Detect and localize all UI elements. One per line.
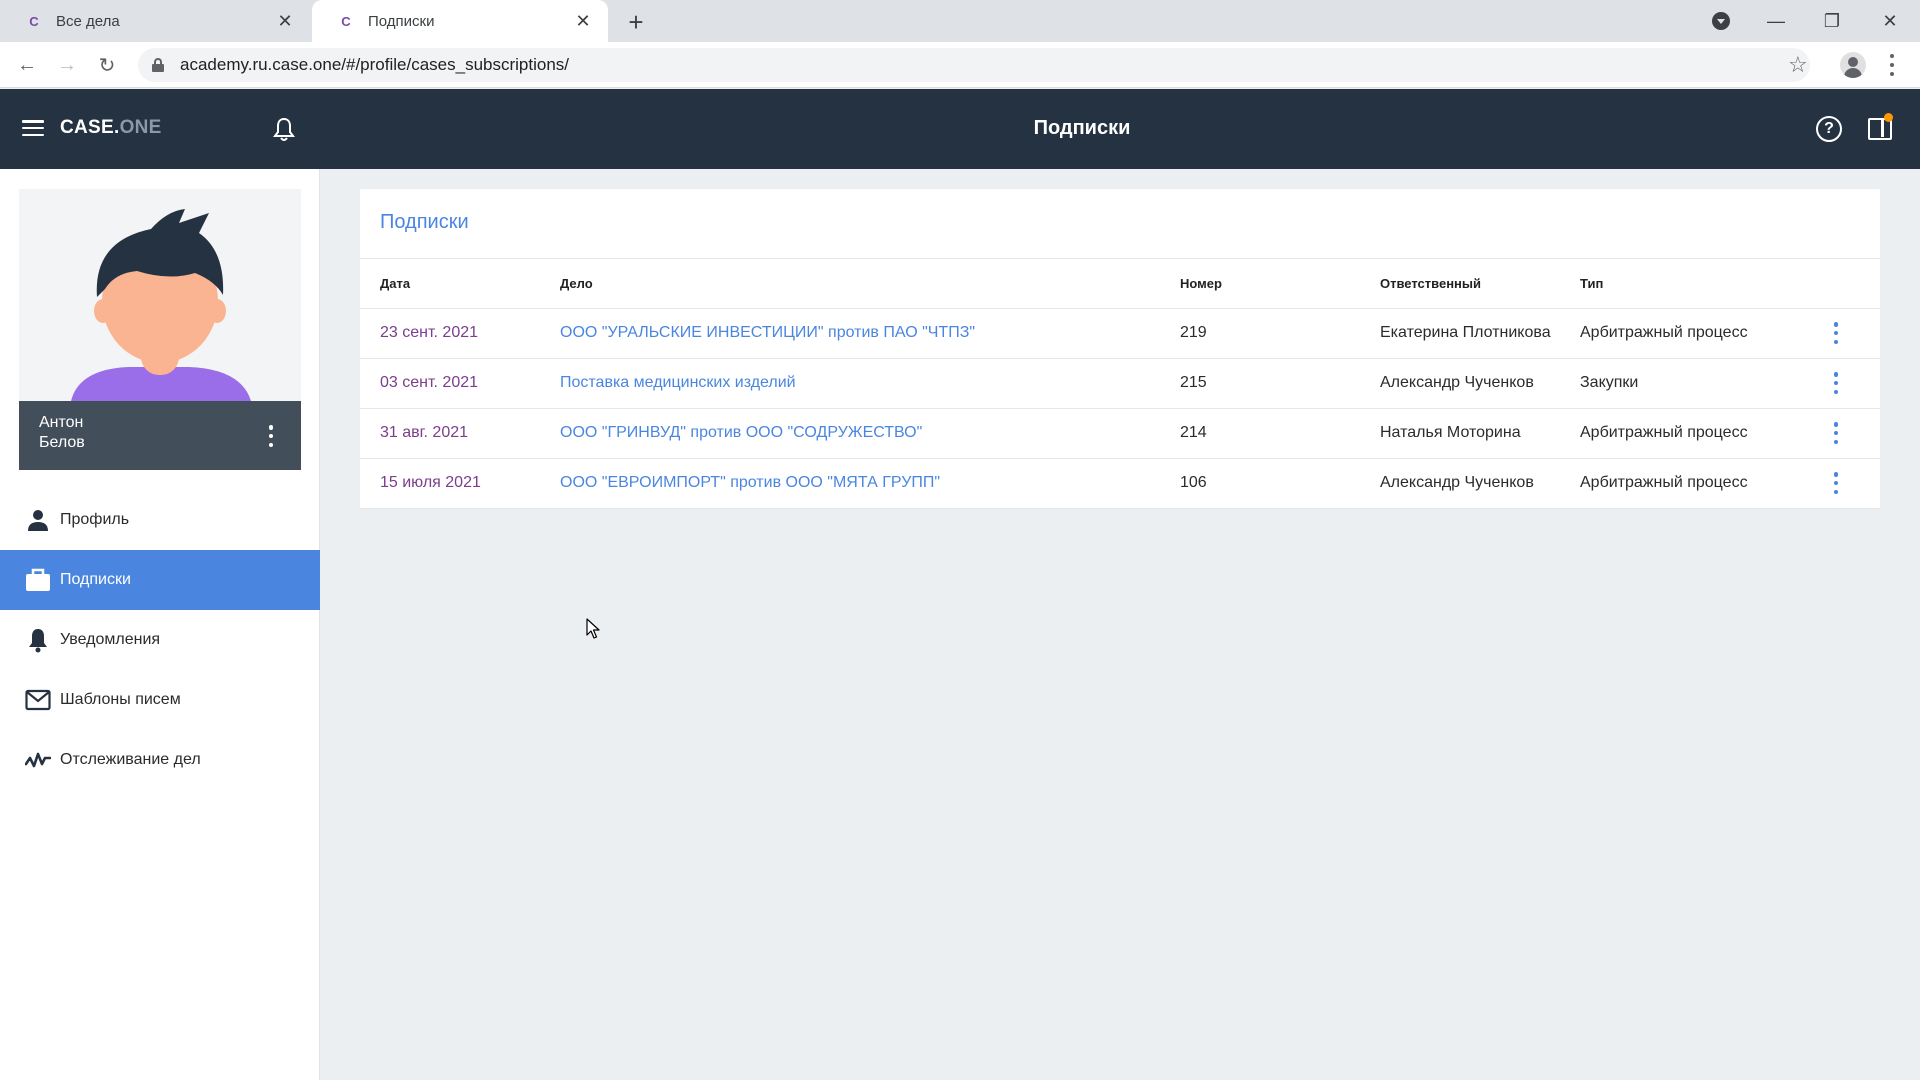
forward-icon[interactable]: → (52, 50, 82, 80)
column-header-date[interactable]: Дата (360, 259, 560, 309)
cell-type: Закупки (1580, 358, 1820, 409)
cell-date: 23 сент. 2021 (360, 308, 560, 359)
column-header-actions (1820, 259, 1880, 309)
cell-type: Арбитражный процесс (1580, 408, 1820, 459)
bookmark-star-icon[interactable]: ☆ (1788, 52, 1808, 78)
nav-item-notifications[interactable]: Уведомления (0, 610, 320, 670)
mouse-cursor-icon (586, 618, 600, 640)
row-more-icon[interactable] (1832, 472, 1840, 494)
row-more-icon[interactable] (1832, 422, 1840, 444)
url-text[interactable]: academy.ru.case.one/#/profile/cases_subs… (180, 55, 569, 75)
cell-number: 214 (1180, 408, 1380, 459)
browser-tab-subscriptions[interactable]: C Подписки ✕ (312, 0, 608, 42)
user-last-name: Белов (39, 434, 85, 451)
case-link[interactable]: ООО "ЕВРОИМПОРТ" против ООО "МЯТА ГРУПП" (560, 458, 1180, 509)
tab-title: Подписки (368, 12, 435, 30)
column-header-type[interactable]: Тип (1580, 259, 1820, 309)
table-row[interactable]: 15 июля 2021 ООО "ЕВРОИМПОРТ" против ООО… (360, 458, 1880, 509)
restore-icon[interactable]: ❐ (1808, 0, 1856, 42)
column-header-number[interactable]: Номер (1180, 259, 1380, 309)
tab-title: Все дела (56, 12, 120, 30)
case-one-favicon-icon: C (341, 13, 351, 29)
minimize-icon[interactable]: — (1752, 0, 1800, 42)
cell-date: 15 июля 2021 (360, 458, 560, 509)
nav-item-profile[interactable]: Профиль (0, 490, 320, 550)
notification-badge (1884, 113, 1893, 122)
profile-nav: Профиль Подписки Уведомления Шаблоны пис… (0, 490, 320, 790)
cell-date: 03 сент. 2021 (360, 358, 560, 409)
browser-profile-icon[interactable] (1840, 52, 1866, 78)
help-icon[interactable]: ? (1816, 116, 1842, 142)
close-window-icon[interactable]: ✕ (1866, 0, 1914, 42)
column-header-responsible[interactable]: Ответственный (1380, 259, 1580, 309)
case-link[interactable]: Поставка медицинских изделий (560, 358, 1180, 409)
cell-responsible: Александр Чученков (1380, 358, 1580, 409)
reload-icon[interactable]: ↻ (92, 50, 122, 80)
table-row[interactable]: 31 авг. 2021 ООО "ГРИНВУД" против ООО "С… (360, 408, 1880, 459)
cell-number: 106 (1180, 458, 1380, 509)
table-row[interactable]: 03 сент. 2021 Поставка медицинских издел… (360, 358, 1880, 409)
sidebar: Антон Белов Профиль Подписки Уведомления (0, 169, 320, 1080)
cell-date: 31 авг. 2021 (360, 408, 560, 459)
cell-responsible: Екатерина Плотникова (1380, 308, 1580, 359)
nav-item-label: Отслеживание дел (60, 751, 201, 768)
lock-icon (152, 58, 164, 72)
nav-item-label: Профиль (60, 511, 130, 528)
bell-icon (25, 627, 51, 653)
card-title: Подписки (380, 211, 469, 233)
table-header-row: Дата Дело Номер Ответственный Тип (360, 259, 1880, 309)
case-one-favicon-icon: C (29, 13, 39, 29)
table-row[interactable]: 23 сент. 2021 ООО "УРАЛЬСКИЕ ИНВЕСТИЦИИ"… (360, 308, 1880, 359)
case-link[interactable]: ООО "ГРИНВУД" против ООО "СОДРУЖЕСТВО" (560, 408, 1180, 459)
nav-item-case-tracking[interactable]: Отслеживание дел (0, 730, 320, 790)
nav-item-label: Подписки (60, 571, 131, 588)
new-tab-icon[interactable]: + (622, 7, 650, 37)
tab-search-icon[interactable] (1712, 12, 1730, 30)
browser-menu-icon[interactable] (1888, 52, 1896, 78)
column-header-case[interactable]: Дело (560, 259, 1180, 309)
browser-tab-all-cases[interactable]: C Все дела ✕ (0, 0, 310, 42)
user-first-name: Антон (39, 414, 84, 431)
subscriptions-card: Подписки Дата Дело Номер Ответственный Т… (360, 189, 1880, 509)
user-card: Антон Белов (19, 189, 301, 470)
nav-item-label: Шаблоны писем (60, 691, 181, 708)
browser-tabstrip: C Все дела ✕ C Подписки ✕ + — ❐ ✕ (0, 0, 1920, 42)
browser-toolbar: ← → ↻ academy.ru.case.one/#/profile/case… (0, 42, 1920, 88)
close-tab-icon[interactable]: ✕ (274, 10, 296, 32)
row-more-icon[interactable] (1832, 372, 1840, 394)
cell-responsible: Александр Чученков (1380, 458, 1580, 509)
case-link[interactable]: ООО "УРАЛЬСКИЕ ИНВЕСТИЦИИ" против ПАО "Ч… (560, 308, 1180, 359)
cell-number: 215 (1180, 358, 1380, 409)
back-icon[interactable]: ← (12, 50, 42, 80)
close-tab-icon[interactable]: ✕ (572, 10, 594, 32)
cell-type: Арбитражный процесс (1580, 308, 1820, 359)
page-title: Подписки (1033, 117, 1131, 139)
cell-responsible: Наталья Моторина (1380, 408, 1580, 459)
activity-icon (25, 747, 51, 773)
user-name: Антон Белов (39, 413, 239, 453)
nav-item-subscriptions[interactable]: Подписки (0, 550, 320, 610)
briefcase-icon (25, 567, 51, 593)
person-icon (25, 507, 51, 533)
cell-number: 219 (1180, 308, 1380, 359)
nav-item-mail-templates[interactable]: Шаблоны писем (0, 670, 320, 730)
address-bar[interactable]: academy.ru.case.one/#/profile/cases_subs… (138, 48, 1810, 82)
app-header: CASE.ONE Подписки ? (0, 89, 1920, 169)
user-more-icon[interactable] (267, 425, 275, 447)
row-more-icon[interactable] (1832, 322, 1840, 344)
cell-type: Арбитражный процесс (1580, 458, 1820, 509)
subscriptions-table: Дата Дело Номер Ответственный Тип 23 сен… (360, 259, 1880, 509)
nav-item-label: Уведомления (60, 631, 161, 648)
mail-icon (25, 687, 51, 713)
